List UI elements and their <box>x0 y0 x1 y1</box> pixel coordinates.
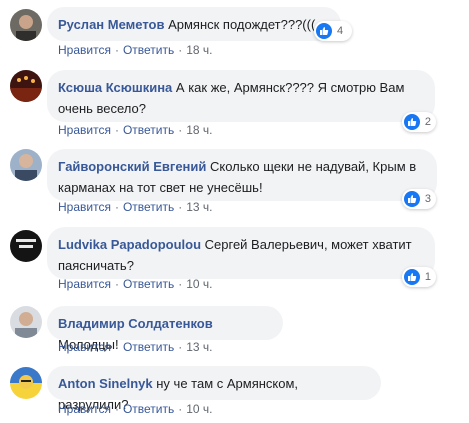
reply-link[interactable]: Ответить <box>123 277 174 291</box>
like-link[interactable]: Нравится <box>58 123 111 137</box>
comment-time[interactable]: 10 ч. <box>186 277 212 291</box>
comment-bubble: Гайворонский Евгений Сколько щеки не над… <box>47 149 437 201</box>
like-link[interactable]: Нравится <box>58 340 111 354</box>
comment-bubble: Руслан Меметов Армянск подождет???((( <box>47 7 341 41</box>
reply-link[interactable]: Ответить <box>123 340 174 354</box>
like-link[interactable]: Нравится <box>58 200 111 214</box>
reply-link[interactable]: Ответить <box>123 200 174 214</box>
comment-bubble: Владимир Солдатенков Молодцы! <box>47 306 283 352</box>
comment-actions: Нравится · Ответить · 13 ч. <box>58 340 213 354</box>
comment-text: Сергей Валерьевич, может хватит <box>204 237 412 252</box>
like-link[interactable]: Нравится <box>58 43 111 57</box>
comment-text: Сколько щеки не надувай, Крым в <box>210 159 417 174</box>
thumbs-up-icon <box>316 23 332 39</box>
comment-time[interactable]: 18 ч. <box>186 43 212 57</box>
comment-bubble: Anton Sinelnyk ну че там с Армянском, ра… <box>47 366 381 412</box>
comment-author[interactable]: Ксюша Ксюшкина <box>58 80 172 95</box>
thumbs-up-icon <box>404 114 420 130</box>
reply-link[interactable]: Ответить <box>123 402 174 416</box>
comment-item: Руслан Меметов Армянск подождет???((( 4 … <box>0 0 469 64</box>
comment-item: Ксюша Ксюшкина А как же, Армянск???? Я с… <box>0 64 469 144</box>
comment-bubble: Ludvika Papadopoulou Сергей Валерьевич, … <box>47 227 435 279</box>
comment-item: Anton Sinelnyk ну че там с Армянском, ра… <box>0 358 469 423</box>
thumbs-up-icon <box>404 191 420 207</box>
comment-time[interactable]: 18 ч. <box>186 123 212 137</box>
comment-item: Гайворонский Евгений Сколько щеки не над… <box>0 144 469 218</box>
comment-text: очень весело? <box>58 101 146 116</box>
thumbs-up-icon <box>404 269 420 285</box>
like-count: 2 <box>424 116 431 128</box>
comment-item: Владимир Солдатенков Молодцы! Нравится · О… <box>0 296 469 358</box>
like-count: 1 <box>424 271 431 283</box>
comment-author[interactable]: Владимир Солдатенков <box>58 316 213 331</box>
like-link[interactable]: Нравится <box>58 402 111 416</box>
comment-author[interactable]: Anton Sinelnyk <box>58 376 153 391</box>
avatar[interactable] <box>10 230 42 262</box>
comment-time[interactable]: 13 ч. <box>186 340 212 354</box>
comment-text: Армянск подождет???((( <box>168 17 316 32</box>
comment-actions: Нравится · Ответить · 10 ч. <box>58 277 213 291</box>
comment-actions: Нравится · Ответить · 13 ч. <box>58 200 213 214</box>
avatar[interactable] <box>10 367 42 399</box>
comment-author[interactable]: Ludvika Papadopoulou <box>58 237 201 252</box>
like-count: 3 <box>424 193 431 205</box>
comment-bubble: Ксюша Ксюшкина А как же, Армянск???? Я с… <box>47 70 435 122</box>
comment-actions: Нравится · Ответить · 18 ч. <box>58 43 213 57</box>
reaction-count[interactable]: 4 <box>314 21 352 41</box>
comment-text: карманах на тот свет не унесёшь! <box>58 180 263 195</box>
reaction-count[interactable]: 2 <box>402 112 436 132</box>
avatar[interactable] <box>10 149 42 181</box>
reply-link[interactable]: Ответить <box>123 43 174 57</box>
reaction-count[interactable]: 1 <box>402 267 436 287</box>
avatar[interactable] <box>10 70 42 102</box>
comment-actions: Нравится · Ответить · 18 ч. <box>58 123 213 137</box>
comment-time[interactable]: 10 ч. <box>186 402 212 416</box>
comment-author[interactable]: Руслан Меметов <box>58 17 164 32</box>
reply-link[interactable]: Ответить <box>123 123 174 137</box>
comment-time[interactable]: 13 ч. <box>186 200 212 214</box>
comment-item: Ludvika Papadopoulou Сергей Валерьевич, … <box>0 218 469 296</box>
like-count: 4 <box>337 25 344 37</box>
like-link[interactable]: Нравится <box>58 277 111 291</box>
avatar[interactable] <box>10 306 42 338</box>
comment-actions: Нравится · Ответить · 10 ч. <box>58 402 213 416</box>
avatar[interactable] <box>10 9 42 41</box>
reaction-count[interactable]: 3 <box>402 189 436 209</box>
comment-text: паясничать? <box>58 258 134 273</box>
comment-text: А как же, Армянск???? Я смотрю Вам <box>175 80 405 95</box>
comment-author[interactable]: Гайворонский Евгений <box>58 159 206 174</box>
